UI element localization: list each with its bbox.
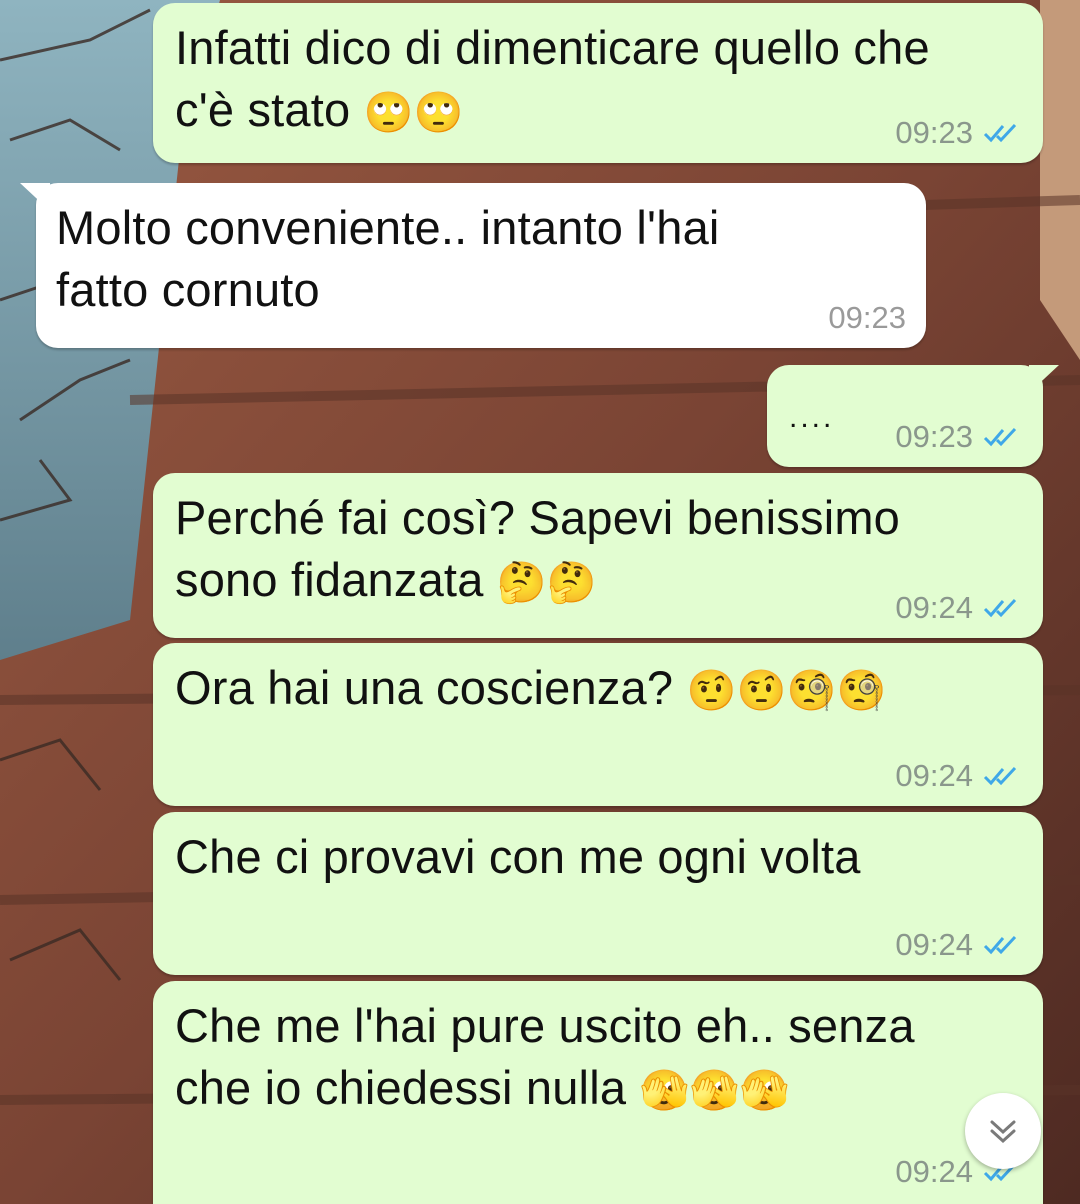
message-time: 09:24 [895,927,973,962]
scroll-to-bottom-button[interactable] [965,1093,1041,1169]
bubble-tail-icon [1029,365,1059,393]
message-meta: 09:24 [895,590,1023,626]
message-text: Ora hai una coscienza? 🤨🤨🧐🧐 [175,661,887,714]
double-check-icon [983,123,1017,143]
message-text: Che ci provavi con me ogni volta [175,830,861,883]
message-bubble-outgoing[interactable]: Che ci provavi con me ogni volta 09:24 [153,812,1043,975]
message-bubble-outgoing[interactable]: Perché fai così? Sapevi benissimo sono f… [153,473,1043,638]
chevron-down-icon [990,1120,1016,1144]
message-bubble-outgoing[interactable]: Infatti dico di dimenticare quello che c… [153,3,1043,163]
message-meta: 09:24 [895,758,1023,794]
message-time: 09:24 [895,758,973,793]
message-text: Che me l'hai pure uscito eh.. senza che … [175,999,915,1114]
message-meta: 09:23 [895,115,1023,151]
message-bubble-outgoing[interactable]: Che me l'hai pure uscito eh.. senza che … [153,981,1043,1204]
message-meta: 09:23 [828,300,906,336]
message-time: 09:23 [895,419,973,454]
emoji-eye-roll: 🙄🙄 [363,90,464,136]
emoji-peeking: 🫣🫣🫣 [639,1068,790,1114]
double-check-icon [983,935,1017,955]
message-time: 09:24 [895,590,973,625]
message-time: 09:24 [895,1154,973,1189]
message-bubble-outgoing[interactable]: Ora hai una coscienza? 🤨🤨🧐🧐 09:24 [153,643,1043,806]
message-text: Perché fai così? Sapevi benissimo sono f… [175,491,901,606]
bubble-tail-icon [20,183,50,211]
message-text: Molto conveniente.. intanto l'hai fatto … [56,201,720,316]
double-check-icon [983,598,1017,618]
message-bubble-outgoing[interactable]: .... 09:23 [767,365,1059,467]
message-time: 09:23 [895,115,973,150]
double-check-icon [983,766,1017,786]
message-text: Infatti dico di dimenticare quello che c… [175,21,930,136]
emoji-raised-eyebrow-monocle: 🤨🤨🧐🧐 [686,668,887,714]
double-check-icon [983,427,1017,447]
message-meta: 09:24 [895,927,1023,963]
message-bubble-incoming[interactable]: Molto conveniente.. intanto l'hai fatto … [20,183,926,348]
message-time: 09:23 [828,300,906,335]
message-meta: 09:23 [895,419,1023,455]
emoji-thinking: 🤔🤔 [496,560,597,606]
